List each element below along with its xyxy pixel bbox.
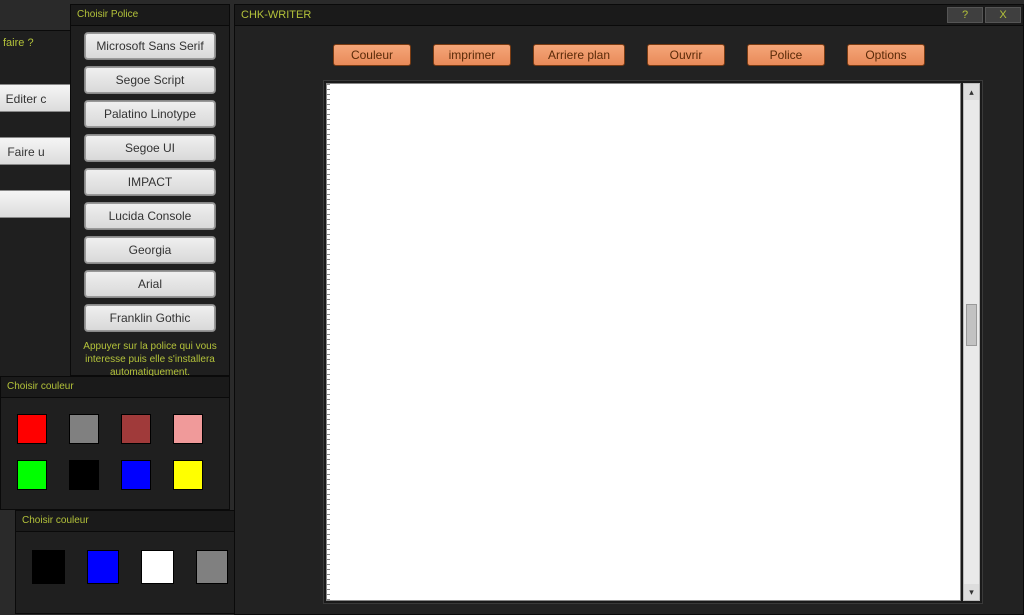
font-option[interactable]: Segoe Script — [84, 66, 216, 94]
font-option[interactable]: Lucida Console — [84, 202, 216, 230]
toolbar-button-couleur[interactable]: Couleur — [333, 44, 411, 66]
color-swatch-blue[interactable] — [121, 460, 151, 490]
toolbar-button-options[interactable]: Options — [847, 44, 925, 66]
color-swatch-yellow[interactable] — [173, 460, 203, 490]
color-swatch-red[interactable] — [17, 414, 47, 444]
close-button[interactable]: X — [985, 7, 1021, 23]
help-button[interactable]: ? — [947, 7, 983, 23]
vertical-ruler — [327, 84, 330, 600]
document-canvas[interactable] — [326, 83, 961, 601]
main-titlebar: CHK-WRITER ? X — [235, 5, 1023, 26]
main-writer-window: CHK-WRITER ? X Couleur imprimer Arriere … — [234, 4, 1024, 615]
font-option[interactable]: Microsoft Sans Serif — [84, 32, 216, 60]
color-chooser-title: Choisir couleur — [1, 377, 229, 398]
font-option[interactable]: Georgia — [84, 236, 216, 264]
swatch-row — [16, 532, 244, 584]
color-swatch-gray[interactable] — [196, 550, 229, 584]
toolbar: Couleur imprimer Arriere plan Ouvrir Pol… — [235, 26, 1023, 76]
color-chooser-2-title: Choisir couleur — [16, 511, 244, 532]
color-swatch-black[interactable] — [69, 460, 99, 490]
color-swatch-blue[interactable] — [87, 550, 120, 584]
scroll-up-icon[interactable]: ▴ — [964, 84, 979, 100]
color-swatch-white[interactable] — [141, 550, 174, 584]
scrollbar-thumb[interactable] — [966, 304, 977, 346]
color-chooser-window: Choisir couleur — [0, 376, 230, 510]
font-option[interactable]: Franklin Gothic — [84, 304, 216, 332]
swatch-row — [1, 444, 229, 490]
color-swatch-gray[interactable] — [69, 414, 99, 444]
font-option[interactable]: Segoe UI — [84, 134, 216, 162]
canvas-wrap: ▴ ▾ — [323, 80, 983, 604]
color-chooser-window-2: Choisir couleur — [15, 510, 245, 614]
font-chooser-window: Choisir Police Microsoft Sans Serif Sego… — [70, 4, 230, 376]
color-swatch-green[interactable] — [17, 460, 47, 490]
font-option[interactable]: Palatino Linotype — [84, 100, 216, 128]
color-swatch-pink[interactable] — [173, 414, 203, 444]
toolbar-button-arriere-plan[interactable]: Arriere plan — [533, 44, 625, 66]
toolbar-button-ouvrir[interactable]: Ouvrir — [647, 44, 725, 66]
scroll-down-icon[interactable]: ▾ — [964, 584, 979, 600]
font-option[interactable]: Arial — [84, 270, 216, 298]
app-title: CHK-WRITER — [241, 5, 311, 25]
swatch-row — [1, 398, 229, 444]
vertical-scrollbar[interactable]: ▴ ▾ — [963, 83, 980, 601]
color-swatch-black[interactable] — [32, 550, 65, 584]
toolbar-button-police[interactable]: Police — [747, 44, 825, 66]
font-option[interactable]: IMPACT — [84, 168, 216, 196]
toolbar-button-imprimer[interactable]: imprimer — [433, 44, 511, 66]
font-chooser-title: Choisir Police — [71, 5, 229, 26]
color-swatch-brown[interactable] — [121, 414, 151, 444]
